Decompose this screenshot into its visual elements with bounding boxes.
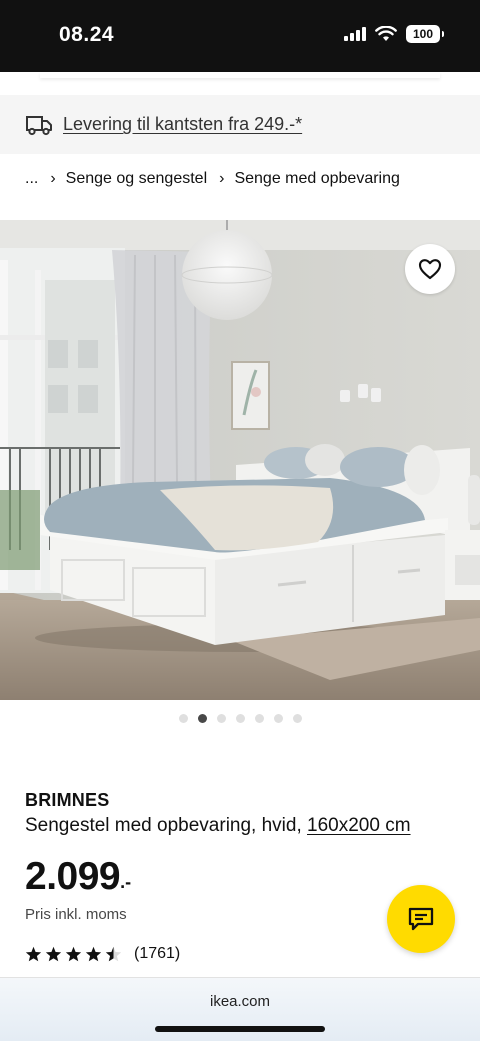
price-suffix: .- <box>120 872 132 892</box>
breadcrumb-item-senge-og-sengestel[interactable]: Senge og sengestel <box>66 170 207 188</box>
carousel-dot[interactable] <box>178 714 188 723</box>
chevron-right-icon: › <box>219 170 225 187</box>
breadcrumb-ellipsis[interactable]: ... <box>25 170 38 188</box>
header-divider <box>40 72 440 78</box>
star-icon <box>45 946 62 962</box>
home-indicator[interactable] <box>155 1026 325 1032</box>
price-note: Pris inkl. moms <box>25 906 127 923</box>
size-link[interactable]: 160x200 cm <box>307 815 411 836</box>
delivery-banner[interactable]: Levering til kantsten fra 249.-* <box>0 95 480 154</box>
carousel-dot[interactable] <box>216 714 226 723</box>
carousel-pagination <box>0 714 480 723</box>
product-rating[interactable]: (1761) <box>25 945 180 963</box>
product-price: 2.099 .- <box>25 855 131 899</box>
breadcrumb-item-senge-med-opbevaring[interactable]: Senge med opbevaring <box>234 170 399 188</box>
price-value: 2.099 <box>25 855 121 898</box>
browser-address-bar[interactable]: ikea.com <box>0 977 480 1041</box>
url-text[interactable]: ikea.com <box>0 993 480 1010</box>
truck-icon <box>26 115 52 135</box>
status-bar: 08.24 100 <box>0 0 480 72</box>
star-half-icon <box>105 946 122 962</box>
star-icon <box>65 946 82 962</box>
product-description-text: Sengestel med opbevaring, hvid, <box>25 815 302 836</box>
status-icons: 100 <box>344 25 444 43</box>
star-icon <box>85 946 102 962</box>
rating-stars <box>25 946 122 962</box>
product-image[interactable] <box>0 220 480 700</box>
star-icon <box>25 946 42 962</box>
carousel-dot-active[interactable] <box>197 714 207 723</box>
delivery-link[interactable]: Levering til kantsten fra 249.-* <box>63 114 302 135</box>
chat-icon <box>408 907 434 931</box>
product-name: BRIMNES <box>25 790 110 810</box>
favorite-button[interactable] <box>405 244 455 294</box>
chevron-right-icon: › <box>50 170 56 187</box>
heart-icon <box>418 259 442 280</box>
chat-button[interactable] <box>387 885 455 953</box>
carousel-dot[interactable] <box>273 714 283 723</box>
wifi-icon <box>375 26 397 41</box>
product-description: Sengestel med opbevaring, hvid, 160x200 … <box>25 815 411 837</box>
signal-icon <box>344 27 366 41</box>
carousel-dot[interactable] <box>235 714 245 723</box>
status-time: 08.24 <box>59 23 115 46</box>
battery-icon: 100 <box>406 25 444 43</box>
carousel-dot[interactable] <box>254 714 264 723</box>
breadcrumb: ... › Senge og sengestel › Senge med opb… <box>25 170 400 188</box>
bedroom-illustration <box>0 220 480 700</box>
carousel-dot[interactable] <box>292 714 302 723</box>
rating-count[interactable]: (1761) <box>134 945 180 963</box>
